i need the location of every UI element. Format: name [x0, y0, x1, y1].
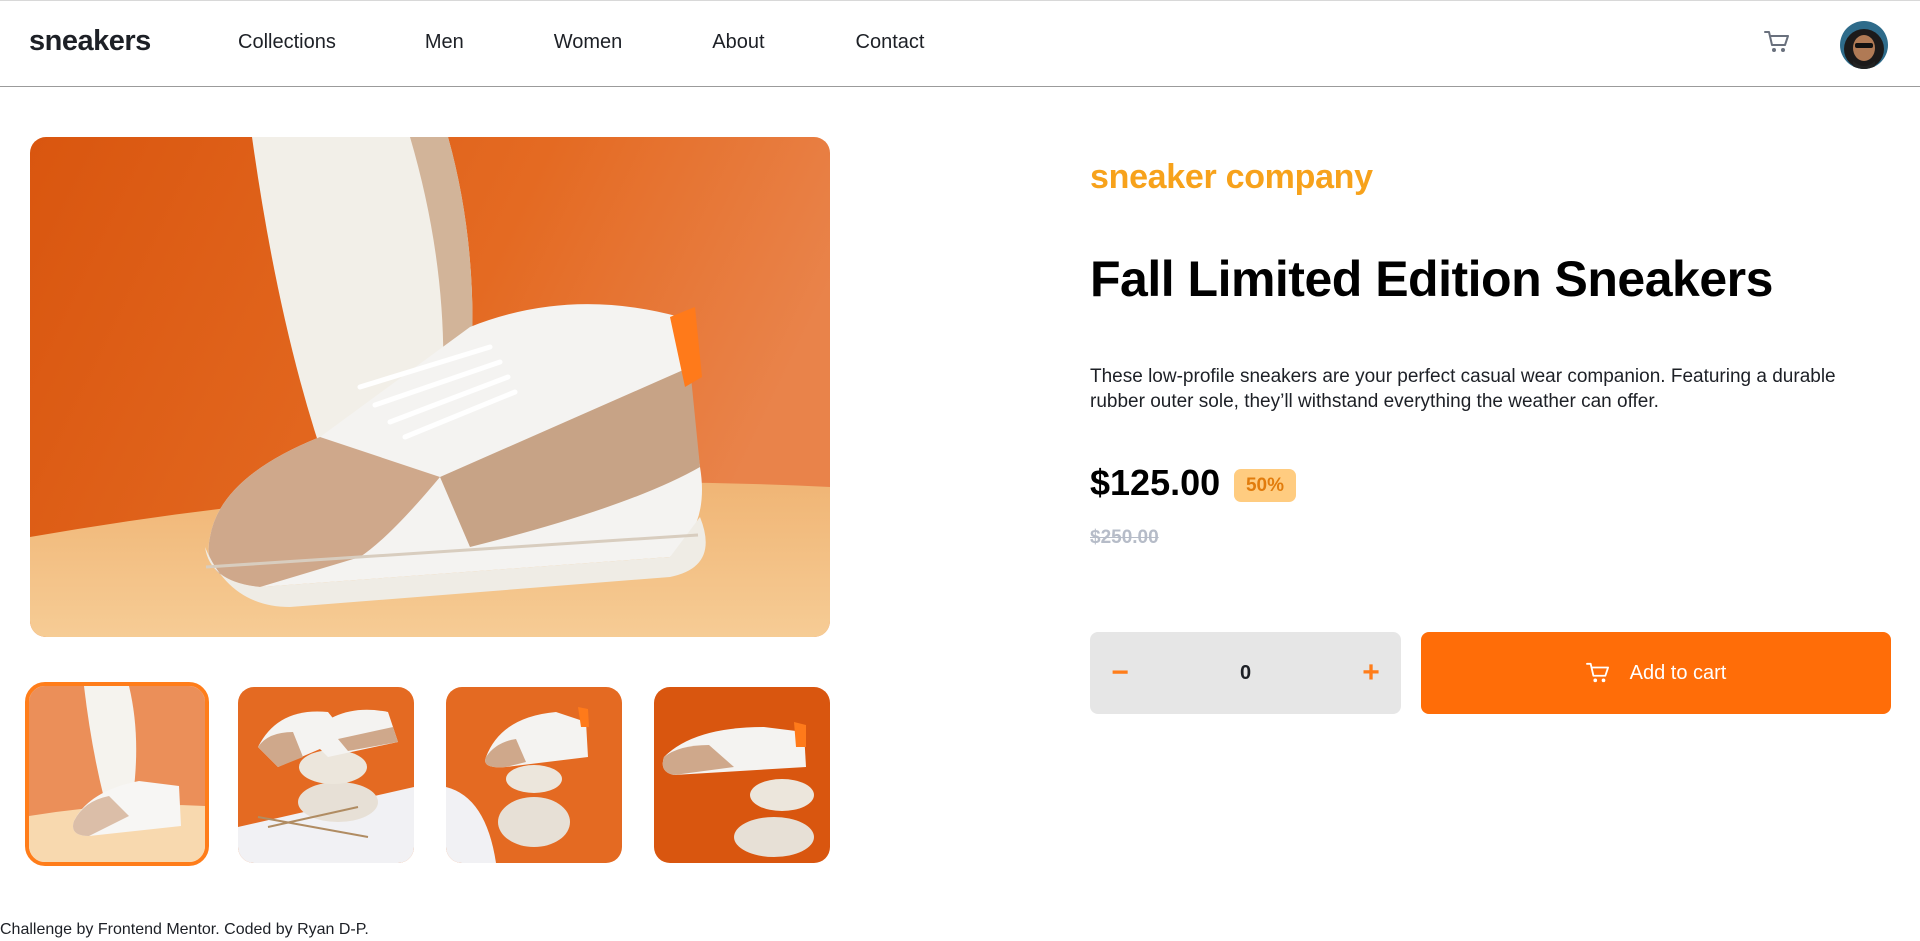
quantity-value: 0 — [1239, 661, 1252, 684]
thumbnail-1[interactable] — [25, 682, 209, 866]
plus-icon: + — [1362, 656, 1380, 689]
cart-icon[interactable] — [1764, 30, 1790, 54]
avatar[interactable] — [1840, 21, 1888, 69]
cart-icon — [1585, 662, 1609, 683]
discount-badge: 50% — [1234, 469, 1296, 502]
nav-women[interactable]: Women — [554, 31, 623, 54]
thumbnail-4[interactable] — [654, 687, 830, 863]
product-title: Fall Limited Edition Sneakers — [1090, 251, 1773, 307]
brand-name: sneaker company — [1090, 158, 1373, 196]
thumbnail-3[interactable] — [446, 687, 622, 863]
product-main-image[interactable] — [30, 137, 830, 637]
nav-men[interactable]: Men — [425, 31, 464, 54]
quantity-stepper: − 0 + — [1090, 632, 1401, 714]
nav-about[interactable]: About — [712, 31, 764, 54]
thumbnail-2[interactable] — [238, 687, 414, 863]
increase-quantity-button[interactable]: + — [1341, 632, 1401, 714]
nav-contact[interactable]: Contact — [856, 31, 925, 54]
product-description: These low-profile sneakers are your perf… — [1090, 366, 1836, 412]
logo[interactable]: sneakers — [29, 25, 151, 58]
original-price: $250.00 — [1090, 527, 1159, 548]
footer-credit: Challenge by Frontend Mentor. Coded by R… — [0, 921, 369, 938]
minus-icon: − — [1111, 656, 1129, 689]
main-nav: Collections Men Women About Contact — [238, 31, 924, 54]
site-header: sneakers Collections Men Women About Con… — [0, 0, 1920, 87]
decrease-quantity-button[interactable]: − — [1090, 632, 1150, 714]
current-price: $125.00 — [1090, 462, 1221, 503]
nav-collections[interactable]: Collections — [238, 31, 336, 54]
add-to-cart-button[interactable]: Add to cart — [1421, 632, 1891, 714]
add-to-cart-label: Add to cart — [1629, 661, 1727, 684]
